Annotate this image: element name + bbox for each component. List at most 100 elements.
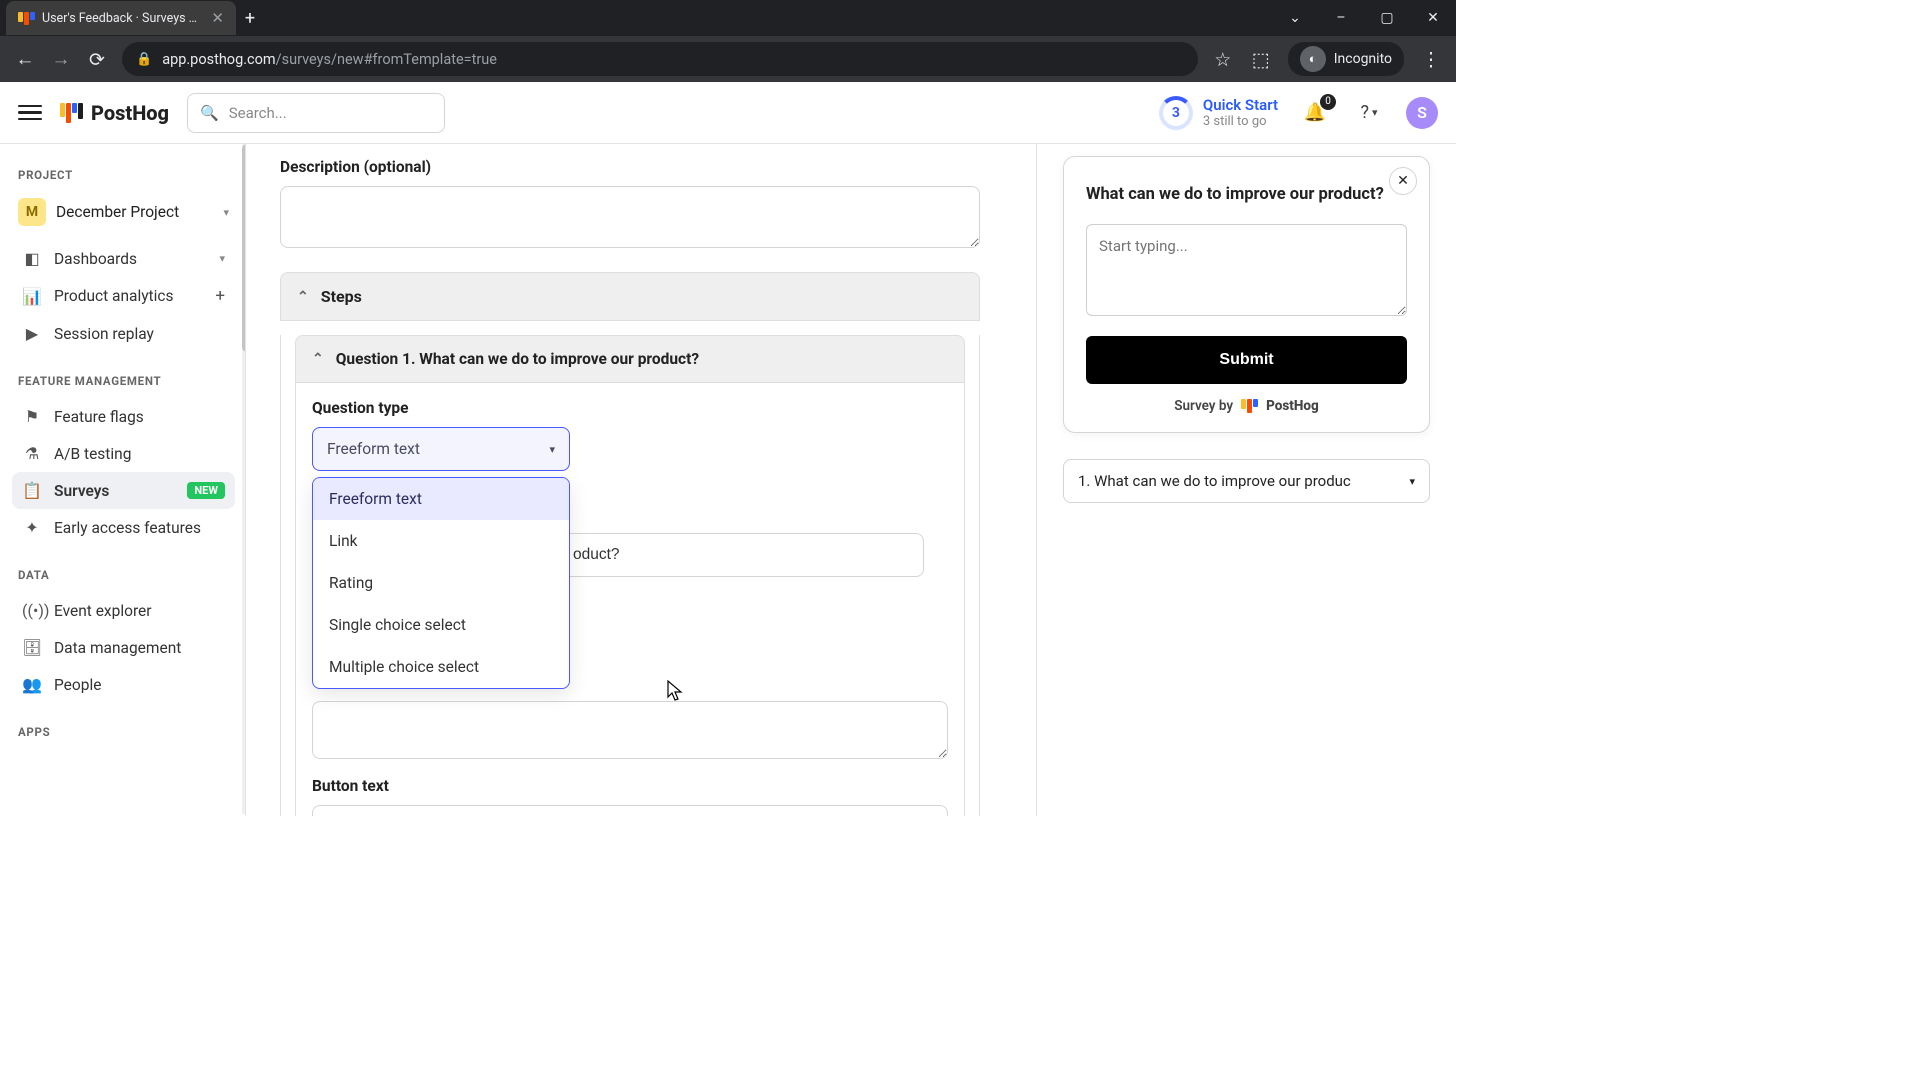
sidebar-item-early-access[interactable]: ✦ Early access features xyxy=(12,509,235,546)
tab-bar: User's Feedback · Surveys · Post ✕ + ⌄ –… xyxy=(0,0,1456,36)
window-close-button[interactable]: ✕ xyxy=(1410,0,1456,36)
incognito-chip[interactable]: ◐ Incognito xyxy=(1288,42,1404,76)
events-icon: ((•)) xyxy=(22,601,42,620)
browser-chrome: User's Feedback · Surveys · Post ✕ + ⌄ –… xyxy=(0,0,1456,82)
analytics-icon: 📊 xyxy=(22,287,42,306)
collapse-icon: ⌃ xyxy=(297,289,309,305)
replay-icon: ▶ xyxy=(22,324,42,343)
survey-icon: 📋 xyxy=(22,481,42,500)
address-bar: ← → ⟳ 🔒 app.posthog.com/surveys/new#from… xyxy=(0,36,1456,82)
logo-text: PostHog xyxy=(91,101,169,125)
preview-branding: Survey by PostHog xyxy=(1086,398,1407,414)
bookmark-icon[interactable]: ☆ xyxy=(1212,48,1234,71)
dropdown-option-rating[interactable]: Rating xyxy=(313,562,569,604)
new-badge: NEW xyxy=(187,482,225,499)
question-type-label: Question type xyxy=(312,399,948,417)
search-input[interactable]: 🔍 Search... xyxy=(187,93,445,133)
quickstart-widget[interactable]: 3 Quick Start 3 still to go xyxy=(1159,96,1278,130)
early-icon: ✦ xyxy=(22,518,42,537)
description-label: Description (optional) xyxy=(280,158,980,176)
sidebar-item-analytics[interactable]: 📊 Product analytics + xyxy=(12,277,235,315)
preview-question-selector[interactable]: 1. What can we do to improve our produc … xyxy=(1063,459,1430,503)
dropdown-option-freeform[interactable]: Freeform text xyxy=(313,478,569,520)
preview-close-button[interactable]: ✕ xyxy=(1389,167,1417,195)
database-icon: 🗄 xyxy=(22,638,42,657)
window-minimize-button[interactable]: – xyxy=(1318,0,1364,36)
incognito-label: Incognito xyxy=(1334,51,1392,67)
dropdown-option-single-choice[interactable]: Single choice select xyxy=(313,604,569,646)
app-header: PostHog 🔍 Search... 3 Quick Start 3 stil… xyxy=(0,82,1456,144)
search-icon: 🔍 xyxy=(200,104,219,122)
question-1-header[interactable]: ⌃ Question 1. What can we do to improve … xyxy=(295,335,965,383)
back-button[interactable]: ← xyxy=(14,47,36,71)
notif-badge: 0 xyxy=(1320,94,1336,110)
url-field[interactable]: 🔒 app.posthog.com/surveys/new#fromTempla… xyxy=(122,42,1198,76)
description-input[interactable] xyxy=(280,186,980,248)
chevron-down-icon: ▾ xyxy=(549,443,555,456)
chevron-down-icon: ▾ xyxy=(223,206,229,219)
question-type-select[interactable]: Freeform text ▾ xyxy=(312,427,570,471)
forward-button: → xyxy=(50,47,72,71)
preview-selector-text: 1. What can we do to improve our produc xyxy=(1078,472,1351,490)
chrome-caret-icon[interactable]: ⌄ xyxy=(1272,0,1318,36)
reload-button[interactable]: ⟳ xyxy=(86,48,108,71)
sidebar-item-flags[interactable]: ⚑ Feature flags xyxy=(12,398,235,435)
tab-title: User's Feedback · Surveys · Post xyxy=(42,11,197,26)
url-path: /surveys/new#fromTemplate=true xyxy=(276,51,497,68)
steps-section-header[interactable]: ⌃ Steps xyxy=(280,272,980,321)
quickstart-subtitle: 3 still to go xyxy=(1203,114,1278,129)
sidebar-item-dashboards[interactable]: ◧ Dashboards ▾ xyxy=(12,240,235,277)
help-icon: ? xyxy=(1360,102,1369,123)
tab-close-icon[interactable]: ✕ xyxy=(211,9,224,27)
project-selector[interactable]: M December Project ▾ xyxy=(12,192,235,240)
install-icon[interactable]: ⬚ xyxy=(1250,48,1272,71)
browser-tab[interactable]: User's Feedback · Surveys · Post ✕ xyxy=(6,1,236,35)
preview-textarea[interactable] xyxy=(1086,224,1407,316)
chevron-down-icon: ▾ xyxy=(1409,475,1415,488)
sidebar-item-ab-testing[interactable]: ⚗ A/B testing xyxy=(12,435,235,472)
question-type-dropdown: Freeform text Link Rating Single choice … xyxy=(312,477,570,689)
preview-panel: ✕ What can we do to improve our product?… xyxy=(1036,144,1456,816)
collapse-icon: ⌃ xyxy=(312,351,324,367)
tab-favicon xyxy=(18,10,34,26)
hamburger-menu-icon[interactable] xyxy=(18,105,42,121)
incognito-icon: ◐ xyxy=(1300,46,1326,72)
help-button[interactable]: ?▾ xyxy=(1352,96,1386,130)
chevron-down-icon: ▾ xyxy=(219,252,225,265)
user-avatar[interactable]: S xyxy=(1406,97,1438,129)
button-text-input[interactable] xyxy=(312,805,948,816)
dropdown-option-multiple-choice[interactable]: Multiple choice select xyxy=(313,646,569,688)
button-text-label: Button text xyxy=(312,777,948,795)
survey-preview-card: ✕ What can we do to improve our product?… xyxy=(1063,156,1430,433)
window-maximize-button[interactable]: ▢ xyxy=(1364,0,1410,36)
survey-form: Description (optional) ⌃ Steps ⌃ Questio… xyxy=(246,144,1036,816)
sidebar-item-events[interactable]: ((•)) Event explorer xyxy=(12,592,235,629)
notifications-button[interactable]: 🔔 0 xyxy=(1298,96,1332,130)
sidebar: PROJECT M December Project ▾ ◧ Dashboard… xyxy=(0,144,246,816)
section-project: PROJECT xyxy=(12,160,235,192)
question-description-input[interactable] xyxy=(312,701,948,759)
dropdown-option-link[interactable]: Link xyxy=(313,520,569,562)
posthog-logo[interactable]: PostHog xyxy=(60,101,169,125)
posthog-icon xyxy=(1241,399,1258,413)
section-data: DATA xyxy=(12,560,235,592)
new-tab-button[interactable]: + xyxy=(236,8,264,29)
kebab-menu-icon[interactable]: ⋮ xyxy=(1420,48,1442,71)
sidebar-item-surveys[interactable]: 📋 Surveys NEW xyxy=(12,472,235,509)
plus-icon[interactable]: + xyxy=(215,286,225,306)
search-placeholder: Search... xyxy=(229,104,287,122)
project-badge: M xyxy=(18,198,46,226)
quickstart-title: Quick Start xyxy=(1203,96,1278,114)
lock-icon: 🔒 xyxy=(136,52,152,67)
quickstart-progress-ring: 3 xyxy=(1159,96,1193,130)
flag-icon: ⚑ xyxy=(22,407,42,426)
preview-question: What can we do to improve our product? xyxy=(1086,183,1407,206)
url-host: app.posthog.com xyxy=(162,51,275,68)
sidebar-item-people[interactable]: 👥 People xyxy=(12,666,235,703)
people-icon: 👥 xyxy=(22,675,42,694)
sidebar-item-replay[interactable]: ▶ Session replay xyxy=(12,315,235,352)
section-feature: FEATURE MANAGEMENT xyxy=(12,366,235,398)
section-apps: APPS xyxy=(12,717,235,749)
preview-submit-button[interactable]: Submit xyxy=(1086,336,1407,384)
sidebar-item-data-management[interactable]: 🗄 Data management xyxy=(12,629,235,666)
